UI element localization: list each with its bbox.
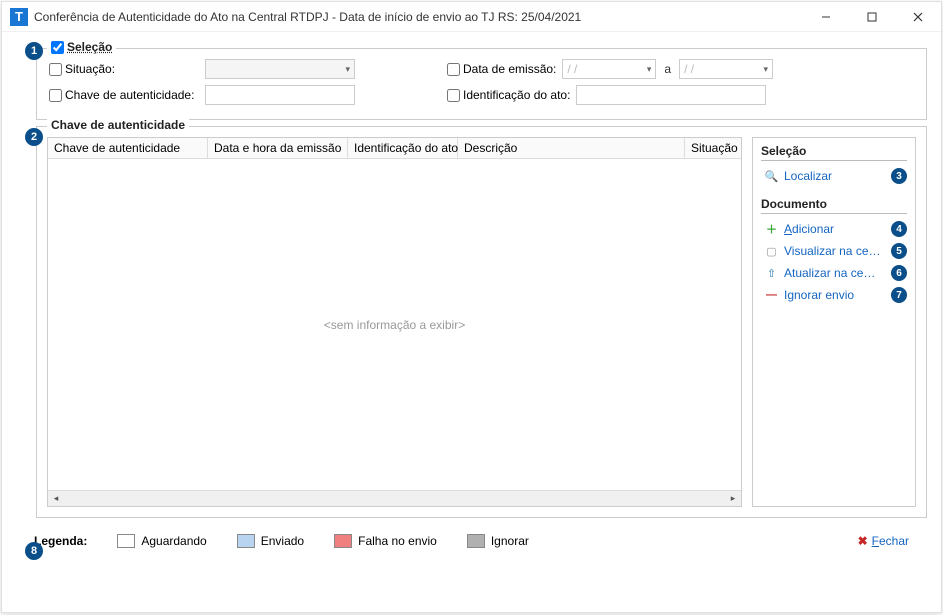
table-header: Chave de autenticidade Data e hora da em… [48, 138, 741, 159]
callout-badge-3: 3 [891, 168, 907, 184]
main-split: Chave de autenticidade Data e hora da em… [47, 137, 916, 507]
scroll-right-icon[interactable]: ▸ [725, 493, 741, 504]
legend-aguardando: Aguardando [117, 534, 206, 548]
filter-group: Seleção Situação: Data de emissão: / / a… [36, 48, 927, 120]
callout-badge-7: 7 [891, 287, 907, 303]
swatch-ignorar [467, 534, 485, 548]
visualizar-link[interactable]: ▢ Visualizar na central... 5 [761, 240, 907, 262]
ident-label: Identificação do ato: [463, 88, 570, 102]
fechar-link[interactable]: ✖ Fechar [858, 534, 909, 548]
scroll-left-icon[interactable]: ◂ [48, 493, 64, 504]
chave-input[interactable] [205, 85, 355, 105]
table-empty-message: <sem informação a exibir> [48, 159, 741, 490]
data-emissao-label: Data de emissão: [463, 62, 556, 76]
horizontal-scrollbar[interactable]: ◂ ▸ [48, 490, 741, 506]
results-table: Chave de autenticidade Data e hora da em… [47, 137, 742, 507]
date-range-separator: a [664, 62, 671, 76]
sp-selecao-title: Seleção [761, 144, 907, 161]
col-ident[interactable]: Identificação do ato [348, 138, 458, 158]
data-emissao-checkbox[interactable] [447, 63, 460, 76]
filter-row-2: Chave de autenticidade: Identificação do… [49, 85, 914, 105]
adicionar-link[interactable]: ＋ Adicionar 4 [761, 218, 907, 240]
scroll-track[interactable] [64, 494, 725, 504]
data-emissao-from[interactable]: / / [562, 59, 656, 79]
situacao-combo[interactable] [205, 59, 355, 79]
plus-icon: ＋ [765, 223, 778, 236]
window: T Conferência de Autenticidade do Ato na… [1, 1, 942, 613]
data-emissao-to[interactable]: / / [679, 59, 773, 79]
close-x-icon: ✖ [858, 534, 868, 548]
col-datahora[interactable]: Data e hora da emissão [208, 138, 348, 158]
document-icon: ▢ [765, 245, 778, 258]
titlebar: T Conferência de Autenticidade do Ato na… [2, 2, 941, 32]
minimize-button[interactable] [803, 2, 849, 31]
window-title: Conferência de Autenticidade do Ato na C… [34, 10, 803, 24]
legend-enviado: Enviado [237, 534, 304, 548]
legend-ignorar-label: Ignorar [491, 534, 529, 548]
ignorar-link[interactable]: — Ignorar envio 7 [761, 284, 907, 306]
callout-badge-5: 5 [891, 243, 907, 259]
sp-selecao-section: Seleção 🔍 Localizar 3 [761, 144, 907, 187]
ident-checkbox[interactable] [447, 89, 460, 102]
localizar-link[interactable]: 🔍 Localizar 3 [761, 165, 907, 187]
app-icon: T [10, 8, 28, 26]
sp-documento-section: Documento ＋ Adicionar 4 ▢ Visualizar na … [761, 197, 907, 306]
legend-aguardando-label: Aguardando [141, 534, 206, 548]
search-icon: 🔍 [765, 170, 778, 183]
chave-label: Chave de autenticidade: [65, 88, 194, 102]
legend-falha-label: Falha no envio [358, 534, 437, 548]
minus-icon: — [765, 289, 778, 302]
upload-icon: ⇧ [765, 267, 778, 280]
col-descricao[interactable]: Descrição [458, 138, 685, 158]
situacao-checkbox[interactable] [49, 63, 62, 76]
side-panel: Seleção 🔍 Localizar 3 Documento ＋ Adicio… [752, 137, 916, 507]
swatch-enviado [237, 534, 255, 548]
legend-ignorar: Ignorar [467, 534, 529, 548]
ignorar-label: Ignorar envio [784, 288, 881, 302]
table-group-legend: Chave de autenticidade [47, 118, 189, 132]
chave-checkbox[interactable] [49, 89, 62, 102]
close-button[interactable] [895, 2, 941, 31]
legend-row: Legenda: Aguardando Enviado Falha no env… [16, 524, 927, 548]
legend-falha: Falha no envio [334, 534, 437, 548]
callout-badge-4: 4 [891, 221, 907, 237]
atualizar-label: Atualizar na central... [784, 266, 881, 280]
filter-row-1: Situação: Data de emissão: / / a / / [49, 59, 914, 79]
filter-group-title: Seleção [67, 40, 112, 54]
legend-enviado-label: Enviado [261, 534, 304, 548]
sp-documento-title: Documento [761, 197, 907, 214]
filter-group-legend: Seleção [47, 40, 116, 54]
window-buttons [803, 2, 941, 31]
col-chave[interactable]: Chave de autenticidade [48, 138, 208, 158]
col-situacao[interactable]: Situação [685, 138, 741, 158]
callout-badge-8: 8 [25, 542, 43, 560]
maximize-button[interactable] [849, 2, 895, 31]
swatch-aguardando [117, 534, 135, 548]
fechar-label: Fechar [872, 534, 909, 548]
selecao-toggle-checkbox[interactable] [51, 41, 64, 54]
callout-badge-2: 2 [25, 128, 43, 146]
localizar-label: Localizar [784, 169, 881, 183]
visualizar-label: Visualizar na central... [784, 244, 881, 258]
callout-badge-6: 6 [891, 265, 907, 281]
callout-badge-1: 1 [25, 42, 43, 60]
adicionar-label: Adicionar [784, 222, 881, 236]
atualizar-link[interactable]: ⇧ Atualizar na central... 6 [761, 262, 907, 284]
ident-input[interactable] [576, 85, 766, 105]
swatch-falha [334, 534, 352, 548]
table-group: Chave de autenticidade Chave de autentic… [36, 126, 927, 518]
content-area: Seleção Situação: Data de emissão: / / a… [2, 32, 941, 558]
situacao-label: Situação: [65, 62, 195, 76]
